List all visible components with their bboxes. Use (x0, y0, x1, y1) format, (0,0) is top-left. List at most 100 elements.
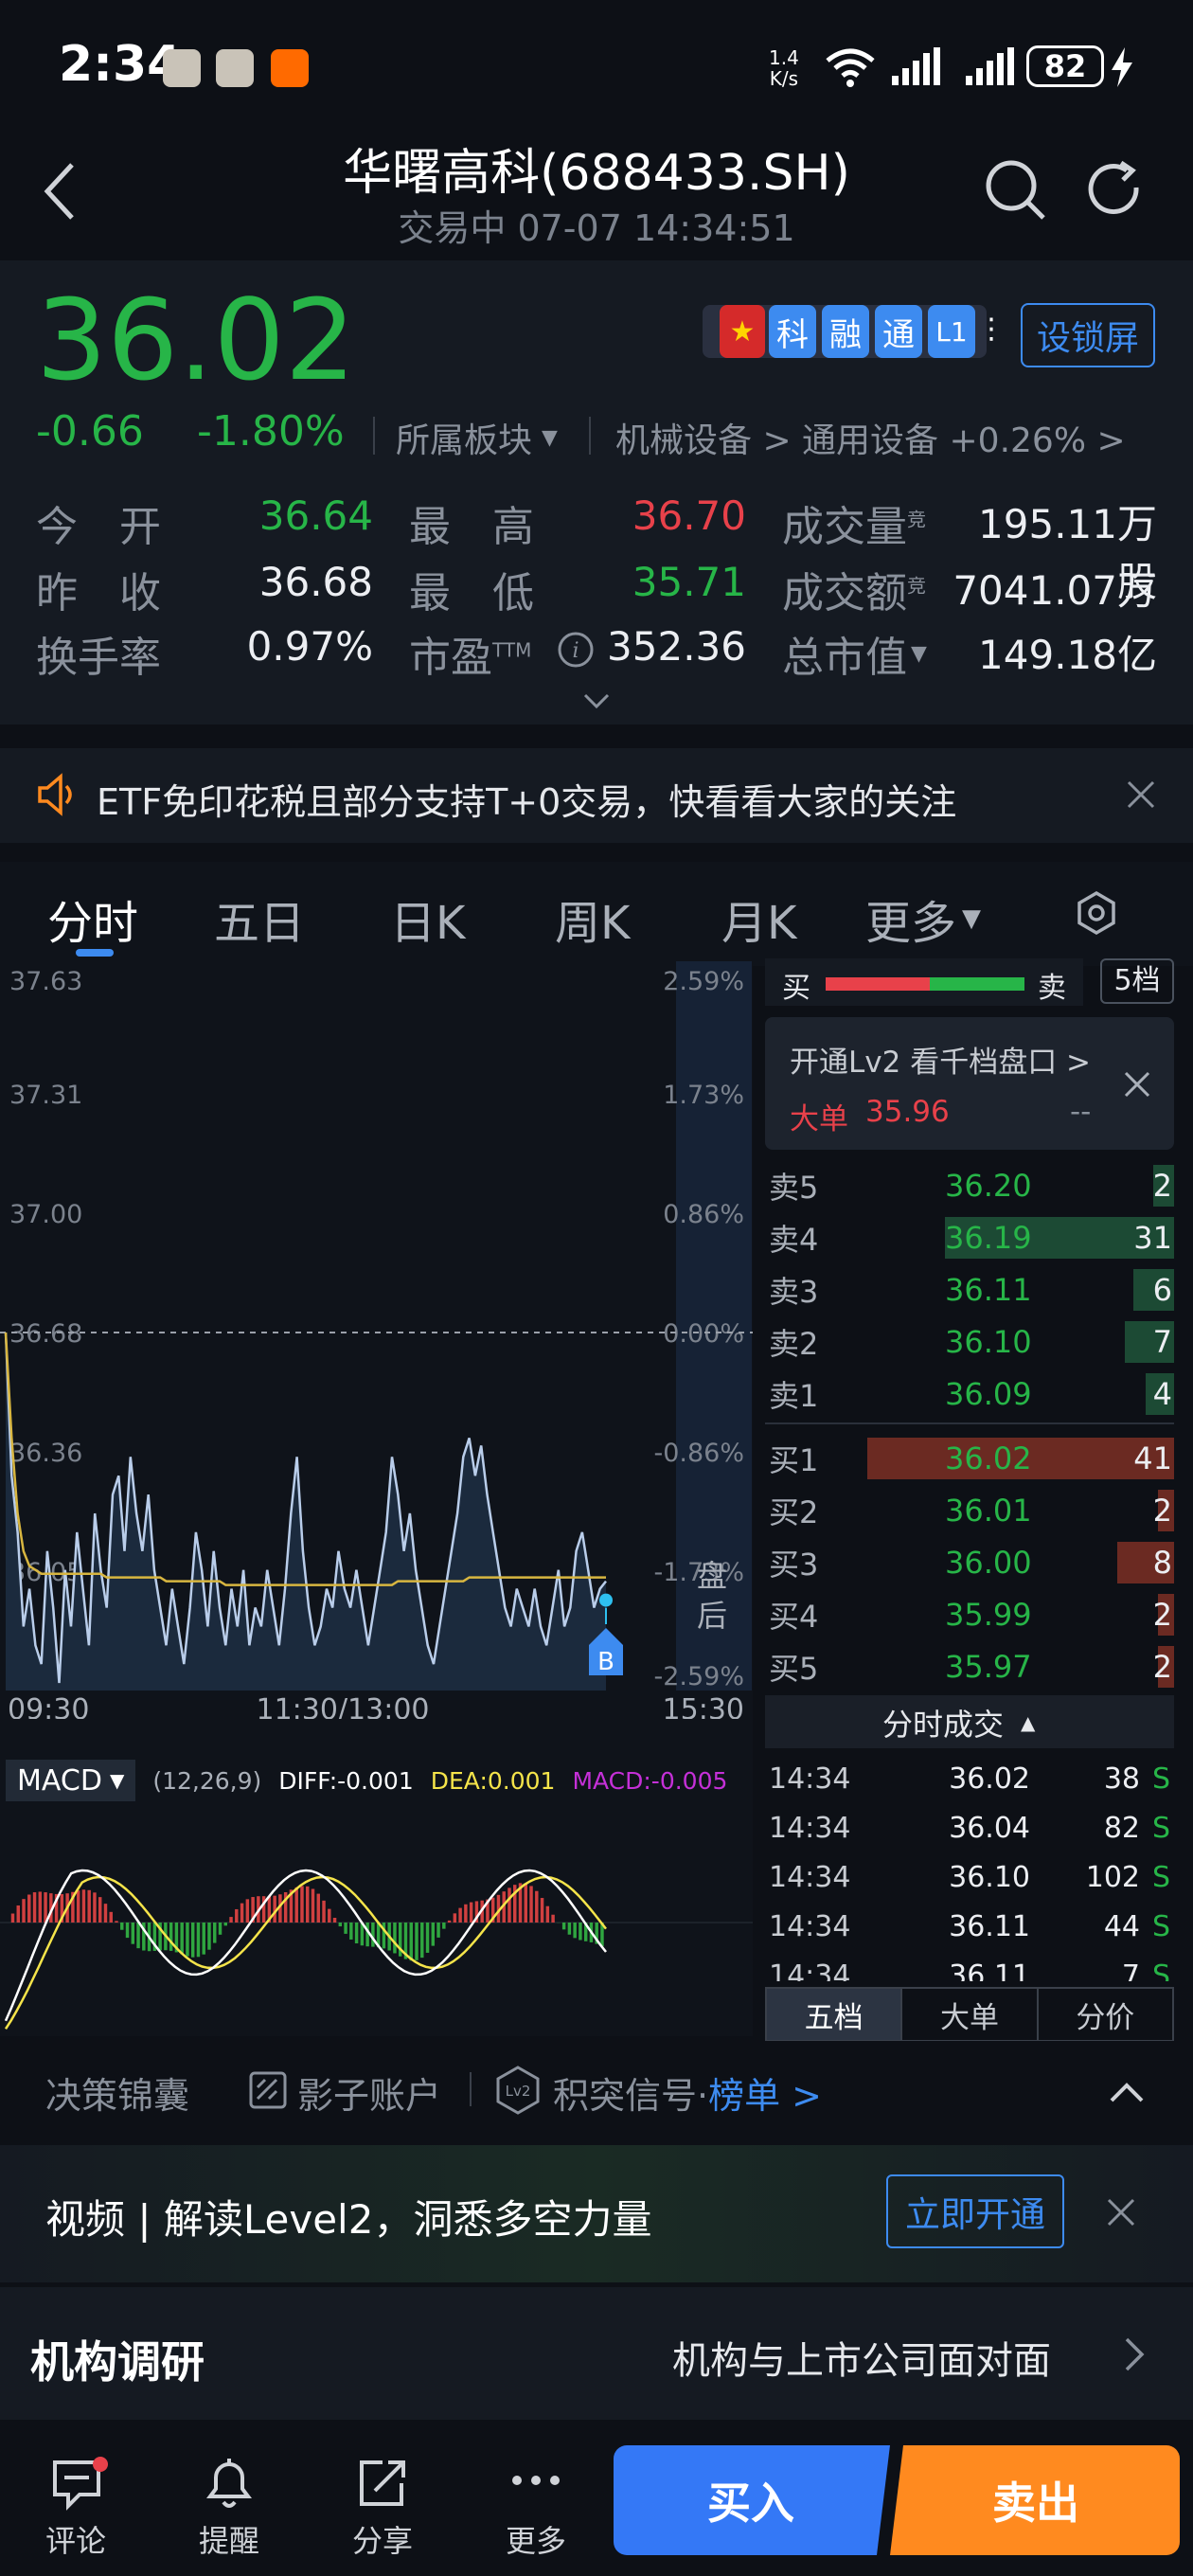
macd-chart[interactable] (0, 1809, 753, 2036)
depth-selector[interactable]: 5档 (1100, 958, 1174, 1004)
macd-bar (103, 1904, 108, 1923)
market-cap-label: 总市值 (782, 634, 907, 682)
current-price-dot (599, 1593, 613, 1607)
macd-selector[interactable]: MACD ▼ (6, 1760, 136, 1801)
settings-icon[interactable] (1074, 890, 1119, 936)
bid-level-volume: 41 (1133, 1440, 1172, 1476)
signal-ranking-link[interactable]: 积突信号· 榜单 > (553, 2066, 822, 2119)
ask-level-row[interactable]: 卖1 36.09 4 (765, 1368, 1174, 1420)
bid-level-row[interactable]: 买3 36.00 8 (765, 1536, 1174, 1588)
macd-bar (131, 1923, 135, 1944)
activate-button[interactable]: 立即开通 (886, 2174, 1064, 2248)
close-icon[interactable] (1123, 1070, 1151, 1099)
pct-tick-label: -2.59% (653, 1662, 744, 1691)
bid-level-row[interactable]: 买2 36.01 2 (765, 1484, 1174, 1536)
tick-vol: 38 (1103, 1762, 1140, 1796)
bid-level-volume: 8 (1152, 1544, 1172, 1581)
macd-bar (16, 1905, 20, 1923)
macd-value: MACD:-0.005 (572, 1766, 728, 1795)
ask-level-row[interactable]: 卖3 36.11 6 (765, 1263, 1174, 1315)
sector-dropdown[interactable]: 所属板块 ▼ (396, 413, 558, 462)
tick-vol: 82 (1103, 1811, 1140, 1845)
industry-link[interactable]: 机械设备 > 通用设备 +0.26% > (615, 413, 1126, 462)
buy-button[interactable]: 买入 (614, 2445, 888, 2555)
intraday-chart[interactable]: 37.63 2.59% 37.31 1.73% 37.00 0.86% 36.68 0.00%… (0, 961, 753, 1719)
charging-icon (1112, 47, 1132, 87)
label-turnover-rate: 换手率 (36, 634, 161, 682)
comment-icon[interactable] (51, 2457, 108, 2513)
share-icon[interactable] (354, 2455, 411, 2512)
tick-side: S (1151, 1811, 1170, 1845)
sell-button[interactable]: 卖出 (894, 2445, 1178, 2555)
tab-monthly-k[interactable]: 月K (721, 886, 796, 952)
bid-level-row[interactable]: 买5 35.97 2 (765, 1640, 1174, 1692)
refresh-icon[interactable] (1083, 159, 1146, 222)
tab-weekly-k[interactable]: 周K (555, 886, 630, 952)
chevron-right-icon[interactable] (1123, 2335, 1146, 2373)
bell-icon[interactable] (201, 2455, 258, 2512)
bid-level-row[interactable]: 买4 35.99 2 (765, 1588, 1174, 1640)
decision-kit[interactable]: 决策锦囊 (45, 2066, 189, 2119)
ask-level-row[interactable]: 卖5 36.20 2 (765, 1159, 1174, 1211)
price-area-fill (6, 1333, 606, 1690)
pct-tick-label: 0.86% (663, 1200, 744, 1229)
signal-label: 积突信号· (553, 2075, 709, 2117)
tab-five-day[interactable]: 五日 (214, 886, 305, 952)
sell-ratio-bar (930, 977, 1024, 991)
more-dots-icon[interactable] (507, 2466, 564, 2495)
lock-screen-button[interactable]: 设锁屏 (1021, 303, 1155, 367)
ask-level-label: 卖4 (769, 1221, 819, 1258)
nav-comment[interactable]: 评论 (45, 2517, 106, 2561)
label-turnover: 成交额竞 (782, 559, 926, 619)
nav-share[interactable]: 分享 (352, 2517, 413, 2561)
speaker-icon (38, 773, 72, 816)
expand-chevron-icon[interactable] (581, 691, 612, 710)
more-vertical-icon[interactable]: ⋮ (977, 313, 1006, 346)
shadow-account-icon (249, 2071, 287, 2109)
tab-intraday[interactable]: 分时 (47, 886, 138, 952)
search-icon[interactable] (985, 159, 1047, 222)
collapse-chevron-icon[interactable] (1108, 2080, 1146, 2104)
value-pe: 352.36 (607, 623, 746, 670)
macd-bar (393, 1923, 397, 1954)
macd-bar (425, 1923, 430, 1953)
nav-more[interactable]: 更多 (506, 2517, 566, 2561)
tab-big-orders[interactable]: 大单 (902, 1989, 1039, 2040)
tab-daily-k[interactable]: 日K (390, 886, 465, 952)
close-icon[interactable] (1125, 778, 1157, 811)
shadow-account[interactable]: 影子账户 (297, 2066, 441, 2119)
tick-price: 36.11 (949, 1959, 1030, 1982)
tick-list[interactable]: 14:34 36.02 38 S 14:34 36.04 82 S 14:34 36.10 102 S… (765, 1754, 1174, 1982)
macd-bar (120, 1923, 124, 1930)
close-icon[interactable] (1106, 2197, 1136, 2227)
ask-level-row[interactable]: 卖2 36.10 7 (765, 1315, 1174, 1368)
macd-bar (223, 1923, 228, 1926)
ask-level-row[interactable]: 卖4 36.19 31 (765, 1211, 1174, 1263)
china-flag-icon: ★ (720, 305, 765, 358)
macd-bar (98, 1897, 102, 1923)
tab-price-distribution[interactable]: 分价 (1039, 1989, 1172, 2040)
caret-down-icon: ▼ (962, 904, 982, 933)
tick-price: 36.10 (949, 1860, 1030, 1894)
sector-label: 所属板块 (396, 421, 533, 460)
price-tick-label: 36.68 (9, 1319, 82, 1349)
ask-level-price: 36.09 (945, 1375, 1032, 1412)
tab-more[interactable]: 更多 ▼ (865, 886, 981, 952)
tab-five-levels[interactable]: 五档 (767, 1989, 903, 2040)
market-cap-dropdown[interactable]: 总市值 ▼ (782, 623, 927, 684)
macd-bar (115, 1921, 118, 1923)
tick-price: 36.02 (949, 1762, 1030, 1796)
bid-level-row[interactable]: 买1 36.02 41 (765, 1432, 1174, 1484)
nav-remind[interactable]: 提醒 (199, 2517, 259, 2561)
macd-bar (207, 1923, 211, 1950)
badge-star-market: 科 (769, 305, 816, 358)
big-order-price: 35.96 (865, 1095, 950, 1129)
price-change-pct: -1.80% (197, 407, 345, 456)
info-icon[interactable]: i (557, 631, 595, 669)
ask-level-volume: 2 (1152, 1167, 1172, 1204)
net-speed: 1.4 K/s (769, 47, 799, 89)
institution-link[interactable]: 机构与上市公司面对面 (672, 2330, 1051, 2385)
macd-bar (27, 1894, 31, 1923)
macd-bar (169, 1923, 173, 1951)
ask-level-price: 36.11 (945, 1271, 1032, 1308)
